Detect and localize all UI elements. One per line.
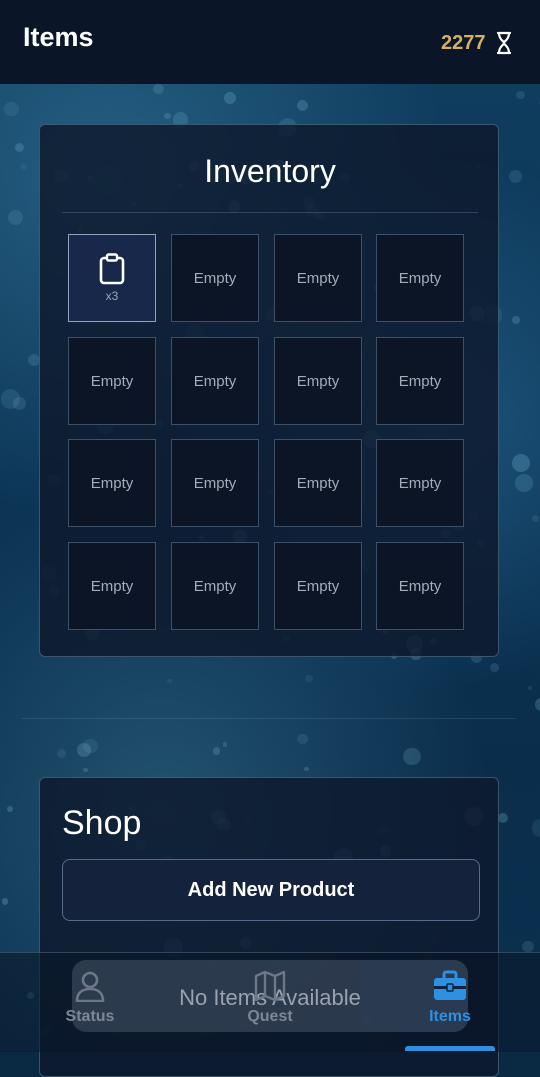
bokeh-dot: [296, 100, 308, 112]
inventory-slot[interactable]: Empty: [171, 337, 259, 425]
inventory-slot[interactable]: Empty: [68, 337, 156, 425]
inventory-slot[interactable]: Empty: [68, 542, 156, 630]
bokeh-dot: [522, 940, 534, 953]
bokeh-dot: [56, 748, 66, 758]
bokeh-dot: [516, 90, 525, 100]
nav-item-quest[interactable]: Quest: [210, 970, 330, 1026]
bokeh-dot: [4, 101, 19, 117]
top-bar: Items 2277: [0, 0, 540, 84]
nav-label-status: Status: [65, 1008, 115, 1025]
clipboard-icon: [99, 253, 125, 285]
bokeh-dot: [20, 163, 27, 170]
bokeh-dot: [305, 674, 314, 683]
inventory-slot[interactable]: Empty: [376, 337, 464, 425]
inventory-title: Inventory: [204, 153, 336, 189]
inventory-slot[interactable]: Empty: [376, 234, 464, 322]
inventory-slot[interactable]: Empty: [68, 439, 156, 527]
nav-item-status[interactable]: Status: [30, 970, 150, 1026]
inventory-panel: Inventory x3 Empty Empty Empty Empty Emp…: [39, 124, 499, 657]
map-icon: [254, 970, 286, 1002]
bokeh-dot: [515, 474, 533, 492]
bokeh-dot: [222, 742, 228, 748]
inventory-slot[interactable]: Empty: [274, 234, 362, 322]
inventory-slot[interactable]: Empty: [376, 439, 464, 527]
item-quantity: x3: [105, 289, 119, 303]
bokeh-dot: [77, 743, 91, 757]
page-title: Items: [23, 22, 94, 52]
bokeh-dot: [164, 112, 172, 120]
bokeh-dot: [528, 686, 533, 691]
add-new-product-button[interactable]: Add New Product: [62, 859, 480, 921]
person-icon: [75, 971, 105, 1002]
inventory-slot[interactable]: Empty: [274, 439, 362, 527]
inventory-slot-filled[interactable]: x3: [68, 234, 156, 322]
bokeh-dot: [6, 805, 13, 812]
section-divider: [22, 718, 516, 719]
bokeh-dot: [167, 679, 172, 684]
bokeh-dot: [153, 84, 164, 95]
shop-title: Shop: [62, 804, 142, 842]
bokeh-dot: [223, 92, 236, 104]
bokeh-dot: [512, 316, 521, 324]
bokeh-dot: [490, 663, 500, 673]
bokeh-dot: [14, 142, 25, 152]
bokeh-dot: [1, 897, 9, 905]
bokeh-dot: [498, 812, 509, 824]
nav-label-items: Items: [429, 1008, 471, 1025]
nav-item-items[interactable]: Items: [390, 970, 510, 1026]
divider: [62, 212, 478, 213]
inventory-slot[interactable]: Empty: [171, 234, 259, 322]
bokeh-dot: [403, 747, 421, 766]
inventory-slot[interactable]: Empty: [274, 337, 362, 425]
inventory-slot[interactable]: Empty: [274, 542, 362, 630]
inventory-slot[interactable]: Empty: [171, 542, 259, 630]
bokeh-dot: [534, 698, 540, 711]
active-tab-indicator: [405, 1046, 495, 1051]
inventory-slot[interactable]: Empty: [376, 542, 464, 630]
timer-value: 2277: [441, 32, 486, 54]
bokeh-dot: [304, 766, 309, 772]
bokeh-dot: [83, 767, 88, 773]
bokeh-dot: [0, 389, 21, 409]
toolbox-icon: [434, 970, 466, 1000]
bokeh-dot: [509, 170, 522, 183]
hourglass-icon: [496, 31, 512, 55]
bokeh-dot: [7, 209, 24, 225]
inventory-slot[interactable]: Empty: [171, 439, 259, 527]
bokeh-dot: [297, 733, 308, 745]
nav-label-quest: Quest: [247, 1008, 293, 1025]
bokeh-dot: [532, 514, 539, 522]
bokeh-dot: [511, 453, 531, 472]
bokeh-dot: [531, 819, 540, 837]
bokeh-dot: [212, 747, 220, 755]
